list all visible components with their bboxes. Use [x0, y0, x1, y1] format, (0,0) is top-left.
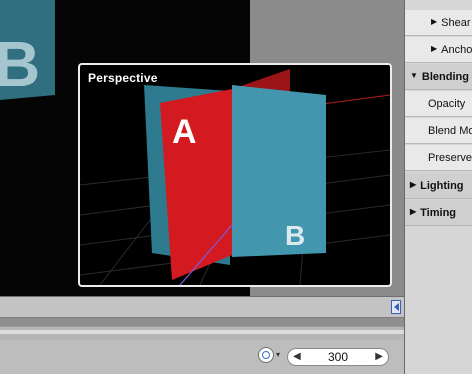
step-back-icon[interactable]: ◀ [293, 351, 301, 362]
anchor-label: Anchor [441, 44, 472, 56]
perspective-scene: A B [80, 69, 390, 285]
chevron-down-icon[interactable]: ▾ [276, 350, 280, 359]
disclosure-expanded-icon[interactable]: ▼ [410, 64, 418, 89]
disclosure-collapsed-icon[interactable]: ▶ [431, 37, 437, 62]
disclosure-collapsed-icon[interactable]: ▶ [410, 173, 416, 198]
playhead-marker[interactable] [391, 300, 401, 314]
blend-mode-row: Blend Mode [405, 118, 472, 144]
opacity-label: Opacity [428, 98, 466, 110]
disclosure-collapsed-icon[interactable]: ▶ [410, 200, 416, 225]
opacity-row: Opacity [405, 91, 472, 117]
card-a-letter: A [172, 113, 197, 151]
anchor-row[interactable]: ▶ Anchor [405, 37, 472, 63]
lighting-group[interactable]: ▶ Lighting [405, 173, 472, 199]
preserve-opacity-row: Preserve Opacity [405, 145, 472, 171]
perspective-viewport[interactable]: A B Perspective [78, 63, 392, 287]
card-b [232, 85, 326, 257]
blending-label: Blending [421, 71, 469, 83]
step-forward-icon[interactable]: ▶ [375, 351, 383, 362]
blend-mode-label: Blend Mode [428, 125, 472, 137]
timeline-ruler[interactable] [0, 296, 404, 318]
preserve-opacity-label: Preserve Opacity [428, 152, 472, 164]
timing-group[interactable]: ▶ Timing [405, 200, 472, 226]
background-card-letter: B [0, 28, 40, 100]
playhead-arrow-icon [394, 303, 399, 311]
timeline-track-highlight [0, 330, 404, 334]
canvas-area[interactable]: B A B Perspective [0, 0, 404, 296]
blending-group[interactable]: ▼ Blending [405, 64, 472, 90]
lighting-label: Lighting [420, 180, 464, 192]
shear-row[interactable]: ▶ Shear [405, 10, 472, 36]
inspector-panel: ▶ Shear ▶ Anchor ▼Blending Opacity Blend M… [404, 0, 472, 374]
current-frame-field[interactable]: ◀ 300 ▶ [287, 348, 389, 366]
disclosure-collapsed-icon[interactable]: ▶ [431, 10, 437, 35]
frame-display-icon[interactable] [258, 347, 274, 363]
shear-label: Shear [441, 17, 471, 29]
timing-label: Timing [420, 207, 457, 219]
card-b-letter: B [285, 220, 305, 251]
view-label: Perspective [88, 71, 158, 85]
current-frame-value[interactable]: 300 [308, 350, 368, 364]
